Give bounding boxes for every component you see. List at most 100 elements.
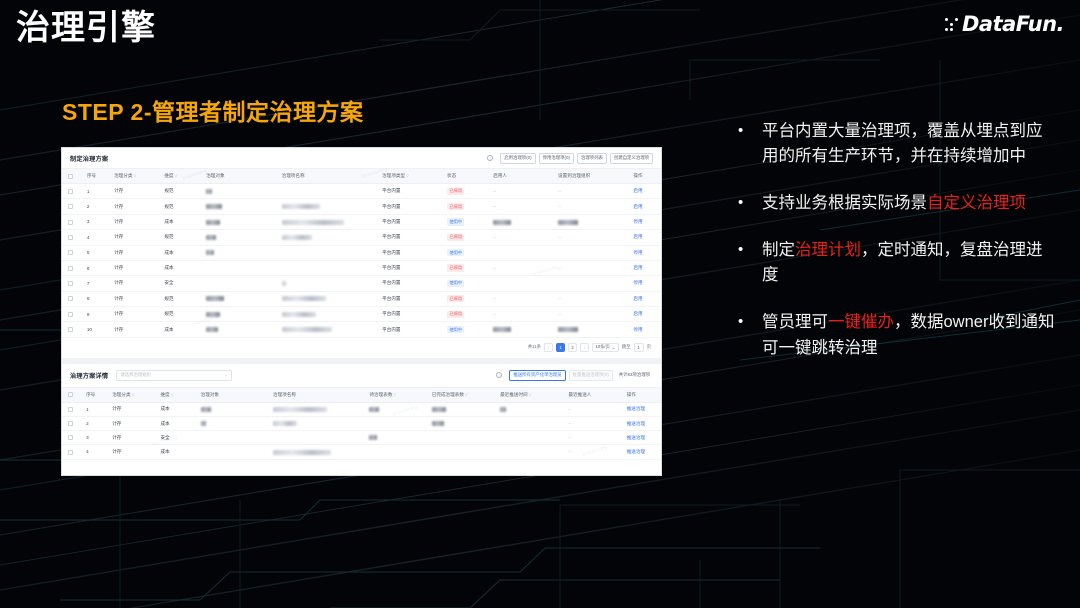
assigned-org: -- — [552, 229, 628, 246]
row-action[interactable]: 启用 — [627, 198, 661, 215]
redacted-cell — [425, 402, 495, 417]
detail-column-header[interactable]: 已完成治理表数▽ — [425, 387, 495, 403]
governance-item-type: 平台内置 — [376, 229, 442, 246]
row-action[interactable]: 停用 — [627, 321, 661, 338]
redacted-cell — [487, 214, 553, 231]
row-checkbox[interactable] — [68, 219, 73, 225]
pagination-prev[interactable]: ‹ — [544, 342, 554, 352]
row-checkbox[interactable] — [68, 296, 73, 302]
row-checkbox[interactable] — [68, 406, 73, 412]
row-checkbox[interactable] — [68, 265, 73, 271]
pagination-page-2[interactable]: 2 — [568, 342, 578, 352]
row-action[interactable]: 停用 — [627, 214, 661, 231]
detail-column-header[interactable]: 最近推送时间▽ — [494, 387, 563, 403]
plan-column-header[interactable]: 治理分类▽ — [108, 169, 159, 184]
row-checkbox[interactable] — [68, 234, 73, 240]
bullet-marker-icon: • — [738, 241, 744, 258]
detail-action-button-1[interactable]: 推送所有资产化单治理员 — [509, 369, 566, 381]
row-checkbox[interactable] — [68, 449, 73, 455]
status-cell: 已停用 — [441, 260, 488, 277]
page-size-select[interactable]: 10条/页 ⌄ — [592, 342, 619, 352]
logo-dot-pattern-icon — [944, 17, 958, 31]
row-action[interactable]: 启用 — [627, 306, 661, 323]
plan-column-header[interactable]: 治理项类型▽ — [376, 169, 442, 184]
redacted-cell — [552, 321, 628, 338]
row-index: 5 — [80, 245, 109, 261]
row-action[interactable]: 推送治理 — [620, 402, 661, 417]
plan-column-header[interactable]: 维度▽ — [158, 169, 201, 184]
pagination-total: 共11条 — [527, 344, 542, 350]
bullet-text: 管员理可一键催办，数据owner收到通知可一键跳转治理 — [762, 309, 1058, 360]
governance-dimension-value: 规范 — [164, 311, 174, 317]
row-index: 1 — [80, 402, 107, 417]
row-checkbox[interactable] — [68, 188, 73, 194]
row-action-value: 停用 — [633, 280, 643, 286]
page-title: 治理引擎 — [16, 9, 156, 47]
redacted-value — [281, 281, 286, 287]
row-action-value: 推送治理 — [626, 420, 646, 426]
row-action[interactable]: 停用 — [627, 245, 661, 261]
row-index-value: 2 — [86, 204, 90, 210]
plan-column-header: 状态 — [441, 169, 488, 184]
row-action[interactable]: 启用 — [627, 229, 661, 246]
plan-action-button-2[interactable]: 停用治理项(0) — [538, 152, 574, 164]
table-row: 9 计存 规范 平台内置 已停用 -- -- 启用 — [62, 306, 661, 323]
select-all-checkbox[interactable] — [68, 173, 73, 179]
assigned-org — [552, 275, 628, 292]
row-action[interactable]: 推送治理 — [620, 416, 661, 432]
governance-dimension: 成本 — [158, 245, 201, 261]
assigned-org-value: -- — [558, 204, 562, 210]
row-action[interactable]: 推送治理 — [620, 444, 661, 460]
row-index-value: 7 — [86, 280, 90, 286]
row-action[interactable]: 停用 — [627, 275, 661, 292]
row-action[interactable]: 推送治理 — [620, 430, 661, 446]
bullet-list: • 平台内置大量治理项，覆盖从埋点到应用的所有生产环节，并在持续增加中 • 支持业务根… — [738, 118, 1058, 382]
row-checkbox[interactable] — [68, 327, 73, 333]
row-checkbox[interactable] — [68, 250, 73, 256]
governance-category: 计存 — [108, 245, 159, 261]
governance-org-select[interactable]: 请选择治理组织 ⌄ — [116, 369, 233, 381]
row-checkbox[interactable] — [68, 421, 73, 427]
status-cell: 使用中 — [441, 275, 488, 292]
detail-column-header: 序号 — [80, 387, 107, 403]
plan-action-button-3[interactable]: 治理项列表 — [576, 152, 607, 164]
row-checkbox[interactable] — [68, 311, 73, 317]
detail-column-header[interactable]: 治理分类▽ — [106, 387, 155, 403]
bullet-segment: owner — [943, 313, 989, 331]
row-checkbox[interactable] — [68, 281, 73, 287]
detail-action-button-2[interactable]: 批量推送治理项(0) — [568, 369, 613, 381]
row-index-value: 8 — [86, 296, 90, 302]
row-index: 7 — [80, 275, 109, 292]
table-row: 6 计存 成本 平台内置 已停用 -- -- 启用 — [62, 260, 661, 277]
row-checkbox[interactable] — [68, 204, 73, 210]
row-action[interactable]: 启用 — [627, 291, 661, 308]
redacted-cell — [200, 260, 276, 277]
detail-column-header[interactable]: 维度▽ — [154, 387, 195, 403]
assigned-org: -- — [552, 306, 628, 323]
plan-action-button-1[interactable]: 启用治理项(0) — [500, 152, 536, 164]
row-action[interactable]: 启用 — [627, 260, 661, 277]
plan-table: 序号 治理分类▽ 维度▽ 治理对象 治理项名称 治理项类型▽ 状态 启用人 设置到治理组织 操作 … — [62, 169, 661, 338]
pagination-page-1[interactable]: 1 — [556, 342, 566, 352]
redacted-cell — [275, 198, 377, 215]
detail-action-button-3: 共计83项治理项 — [615, 369, 653, 381]
redacted-value — [369, 435, 378, 441]
question-circle-icon[interactable]: ? — [487, 155, 494, 161]
pagination-next[interactable]: › — [580, 342, 590, 352]
governance-item-type: 平台内置 — [376, 198, 442, 215]
detail-panel: 治理方案详情 请选择治理组织 ⌄ ? 推送所有资产化单治理员 批量推送治理项(0)… — [62, 363, 661, 460]
status-badge: 已停用 — [447, 202, 465, 211]
redacted-value — [281, 311, 316, 317]
plan-action-button-4[interactable]: 创建自定义治理项 — [609, 152, 653, 164]
last-pusher-value: -- — [568, 449, 572, 455]
select-all-checkbox[interactable] — [68, 392, 73, 398]
question-circle-icon[interactable]: ? — [496, 372, 503, 379]
detail-column-header[interactable]: 待治理表数▽ — [363, 387, 426, 403]
detail-table-body: 1 计存 成本 -- 推送治理 2 计存 成本 -- 推送治理 3 计存 安全 -- 推送治理 4 计存 成本 --… — [62, 402, 661, 460]
row-select-cell — [62, 214, 81, 231]
sort-arrow-icon: ▽ — [131, 392, 135, 397]
jump-input[interactable]: 1 — [633, 342, 644, 352]
redacted-value — [281, 204, 320, 210]
row-checkbox[interactable] — [68, 435, 73, 441]
row-action[interactable]: 启用 — [627, 183, 661, 200]
